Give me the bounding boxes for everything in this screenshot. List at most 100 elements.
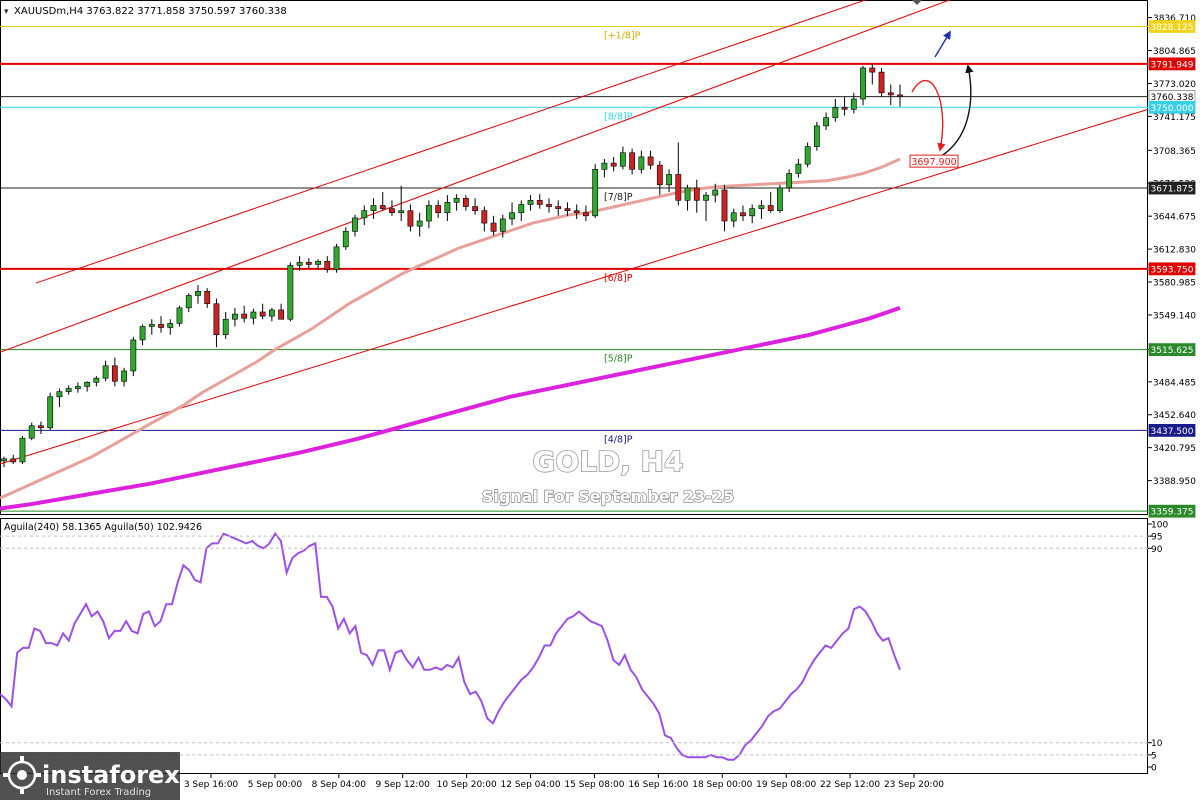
candle-body (453, 197, 460, 203)
candle-body (878, 71, 885, 94)
candle-body (435, 205, 442, 214)
candle-body (10, 458, 17, 463)
candle-body (647, 156, 654, 166)
price-tag: 3791.949 (1148, 57, 1196, 70)
candle-body (721, 189, 728, 222)
candle-body (268, 309, 275, 317)
candle-body (573, 210, 580, 214)
candle-body (777, 187, 783, 211)
price-tick-label: 3612.830 (1153, 246, 1196, 256)
candle-body (361, 210, 368, 219)
candle (592, 164, 599, 218)
candle-body (93, 377, 100, 383)
price-tag-label: 3671.875 (1151, 185, 1194, 195)
candle-body (703, 194, 709, 201)
price-tick-label: 3484.485 (1153, 378, 1196, 388)
candle-body (509, 212, 515, 220)
candle-body (638, 156, 645, 170)
candle-body (832, 106, 839, 118)
oscillator-tick-label: 90 (1151, 545, 1163, 555)
candle-body (490, 222, 497, 232)
candle-body (176, 307, 183, 324)
price-tag-label: 3750.000 (1151, 104, 1194, 114)
price-tick-label: 3741.175 (1153, 113, 1196, 123)
candle-body (65, 388, 72, 392)
candle-body (416, 220, 423, 227)
candle (47, 392, 54, 430)
candle-body (684, 187, 691, 201)
candle-body (841, 106, 848, 110)
price-tick-label: 3388.950 (1153, 477, 1196, 487)
candle-body (472, 206, 478, 211)
candle (287, 262, 294, 322)
candle-body (111, 365, 118, 382)
price-tick-label: 3708.365 (1153, 147, 1196, 157)
price-tag-label: 3437.500 (1151, 427, 1194, 437)
target-label: 3697.900 (911, 157, 956, 168)
price-tag-label: 3359.375 (1151, 508, 1194, 518)
level-label: [6/8]P (604, 273, 633, 284)
price-tag-label: 3593.750 (1151, 265, 1194, 275)
level-label: [5/8]P (604, 354, 633, 365)
candle-body (278, 309, 285, 320)
candle-body (860, 67, 866, 100)
candle-body (546, 204, 552, 207)
watermark-subtitle: Signal For September 23-25 (482, 487, 734, 506)
candle-body (389, 208, 395, 214)
candle-body (536, 200, 543, 205)
candle-body (250, 311, 257, 319)
candle (777, 184, 783, 213)
candle-body (564, 208, 571, 211)
watermark-title: GOLD, H4 (532, 445, 683, 478)
candle-body (324, 261, 331, 270)
candle-body (185, 295, 192, 309)
candle-body (38, 425, 44, 429)
candle-body (47, 396, 54, 429)
candle-body (675, 174, 682, 201)
time-tick-label: 16 Sep 16:00 (628, 780, 688, 790)
logo-brand: instaforex (42, 761, 180, 789)
price-tag: 3593.750 (1148, 262, 1196, 275)
oscillator-tick-label: 5 (1151, 751, 1157, 761)
price-axis: 3836.7103804.8653773.0203741.1753708.365… (1148, 14, 1196, 487)
time-tick-label: 12 Sep 04:00 (501, 780, 561, 790)
candle-body (315, 261, 321, 265)
candle-body (74, 386, 81, 389)
candle-body (629, 152, 636, 170)
candle-body (407, 210, 414, 227)
candle-body (740, 212, 746, 217)
logo-tagline: Instant Forex Trading (46, 787, 151, 798)
price-tag-label: 3791.949 (1151, 60, 1194, 70)
corner-icon: ▾ (4, 7, 9, 17)
candle-body (352, 217, 358, 232)
time-tick-label: 23 Sep 20:00 (884, 780, 944, 790)
candle (333, 243, 340, 273)
candle-body (897, 94, 903, 97)
candle-body (222, 318, 229, 336)
candle-body (158, 324, 164, 328)
price-tag: 3750.000 (1148, 100, 1196, 114)
time-tick-label: 5 Sep 00:00 (248, 780, 303, 790)
time-tick-label: 15 Sep 08:00 (564, 780, 624, 790)
candle-body (241, 313, 248, 319)
price-tag: 3515.625 (1148, 343, 1196, 356)
candle-body (204, 291, 211, 305)
candle (130, 336, 137, 377)
price-tag: 3828.125 (1148, 20, 1196, 33)
price-tick-label: 3644.675 (1153, 213, 1196, 223)
time-tick-label: 22 Sep 12:00 (820, 780, 880, 790)
candle-body (730, 212, 737, 222)
oscillator-header: Aguila(240) 58.1365 Aguila(50) 102.9426 (4, 522, 202, 533)
symbol-header: XAUUSDm,H4 3763.822 3771.858 3750.597 37… (14, 6, 287, 17)
level-label: [8/8]P (604, 111, 633, 122)
candle-body (426, 205, 432, 222)
price-tick-label: 3549.140 (1153, 311, 1196, 321)
candle-body (555, 206, 562, 209)
candle-body (795, 163, 802, 174)
candle-body (28, 425, 35, 439)
candle-body (527, 200, 534, 205)
oscillator-tick-label: 100 (1151, 521, 1168, 531)
candle-body (749, 208, 756, 217)
candle-body (56, 391, 63, 398)
price-tag: 3671.875 (1148, 181, 1196, 195)
